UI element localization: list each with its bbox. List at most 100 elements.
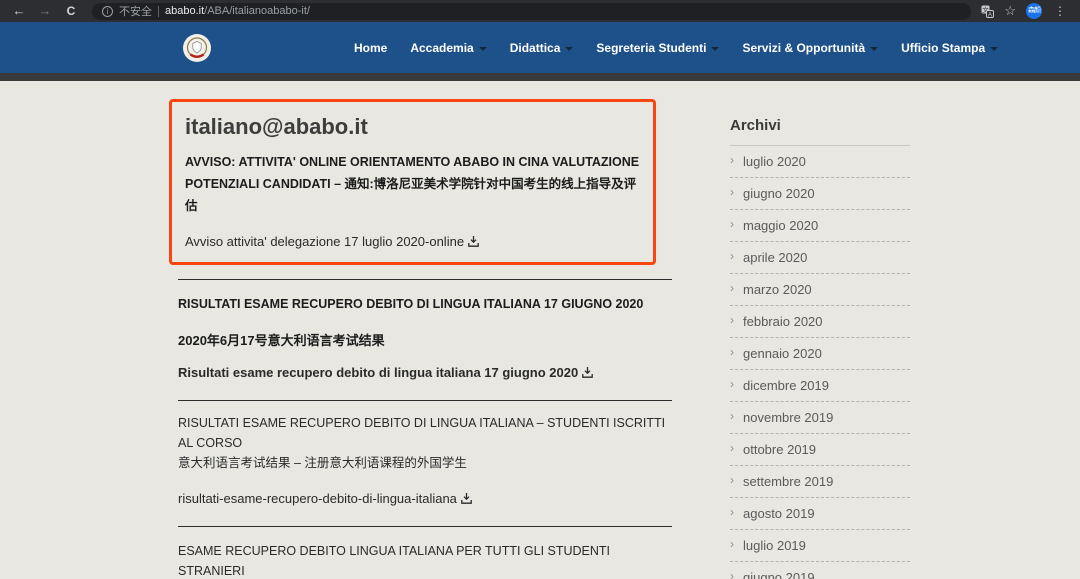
back-button[interactable]: ← xyxy=(8,0,30,22)
url-domain: ababo.it xyxy=(165,5,205,17)
chevron-right-icon: › xyxy=(730,217,734,231)
archive-link-settembre-2019[interactable]: › settembre 2019 xyxy=(730,466,910,498)
archive-link-aprile-2020[interactable]: › aprile 2020 xyxy=(730,242,910,274)
post-download-link[interactable]: Risultati esame recupero debito di lingu… xyxy=(178,365,594,380)
nav-item-home[interactable]: Home xyxy=(354,41,387,55)
archive-label: agosto 2019 xyxy=(743,506,815,521)
forward-button[interactable]: → xyxy=(34,0,56,22)
archive-link-agosto-2019[interactable]: › agosto 2019 xyxy=(730,498,910,530)
nav-label: Accademia xyxy=(410,40,474,55)
download-link-label: risultati-esame-recupero-debito-di-lingu… xyxy=(178,490,457,506)
nav-item-ufficio-stampa[interactable]: Ufficio Stampa xyxy=(901,40,999,55)
chevron-down-icon xyxy=(990,46,999,51)
archive-label: marzo 2020 xyxy=(743,282,812,297)
post-download-link[interactable]: risultati-esame-recupero-debito-di-lingu… xyxy=(178,491,473,506)
omnibox-divider xyxy=(158,5,159,17)
nav-item-didattica[interactable]: Didattica xyxy=(510,41,574,55)
chevron-right-icon: › xyxy=(730,185,734,199)
archive-link-marzo-2020[interactable]: › marzo 2020 xyxy=(730,274,910,306)
main-menu: Home Accademia Didattica Segreteria Stud… xyxy=(354,40,999,55)
avviso-highlight-box: italiano@ababo.it AVVISO: ATTIVITA' ONLI… xyxy=(169,99,656,265)
nav-label: Ufficio Stampa xyxy=(901,40,986,55)
archive-list: › luglio 2020 › giugno 2020 › maggio 2020 ›… xyxy=(730,146,910,579)
browser-menu-icon[interactable]: ⋮ xyxy=(1052,4,1068,18)
section-divider xyxy=(178,525,672,527)
chevron-down-icon xyxy=(565,46,574,51)
avviso-title: AVVISO: ATTIVITA' ONLINE ORIENTAMENTO AB… xyxy=(185,155,640,213)
archive-label: luglio 2020 xyxy=(743,154,806,169)
site-info-icon[interactable]: i xyxy=(102,5,113,17)
download-link-label: Avviso attivita' delegazione 17 luglio 2… xyxy=(185,233,465,249)
archive-link-novembre-2019[interactable]: › novembre 2019 xyxy=(730,402,910,434)
bookmark-star-icon[interactable]: ☆ xyxy=(1004,0,1016,22)
chevron-right-icon: › xyxy=(730,249,734,263)
page-content: italiano@ababo.it AVVISO: ATTIVITA' ONLI… xyxy=(0,81,1080,579)
archive-label: luglio 2019 xyxy=(743,538,806,553)
archive-label: aprile 2020 xyxy=(743,250,808,265)
archive-label: febbraio 2020 xyxy=(743,314,823,329)
nav-item-segreteria-studenti[interactable]: Segreteria Studenti xyxy=(596,40,720,55)
chevron-down-icon xyxy=(870,46,879,51)
chevron-right-icon: › xyxy=(730,473,734,487)
archive-label: giugno 2019 xyxy=(743,570,815,579)
page-title: italiano@ababo.it xyxy=(185,114,368,139)
svg-text:A: A xyxy=(988,12,992,18)
post-title: RISULTATI ESAME RECUPERO DEBITO DI LINGU… xyxy=(178,296,644,311)
download-icon xyxy=(467,235,480,248)
archive-link-giugno-2019[interactable]: › giugno 2019 xyxy=(730,562,910,579)
post-title: RISULTATI ESAME RECUPERO DEBITO DI LINGU… xyxy=(178,415,666,450)
nav-item-accademia[interactable]: Accademia xyxy=(410,40,487,55)
post-subtitle-cn: 意大利语言考试结果 – 注册意大利语课程的外国学生 xyxy=(178,455,467,470)
archive-link-maggio-2020[interactable]: › maggio 2020 xyxy=(730,210,910,242)
site-navbar: Home Accademia Didattica Segreteria Stud… xyxy=(0,22,1080,73)
section-divider xyxy=(178,278,672,280)
archive-link-febbraio-2020[interactable]: › febbraio 2020 xyxy=(730,306,910,338)
nav-label: Home xyxy=(354,40,388,55)
archives-sidebar: Archivi › luglio 2020 › giugno 2020 › maggi… xyxy=(730,81,910,579)
post-subtitle-cn: 2020年6月17号意大利语言考试结果 xyxy=(178,332,385,348)
archive-link-giugno-2020[interactable]: › giugno 2020 xyxy=(730,178,910,210)
translate-icon[interactable]: 文 A xyxy=(981,5,995,18)
security-status-label: 不安全 xyxy=(119,6,152,18)
nav-label: Didattica xyxy=(509,40,561,55)
sidebar-title: Archivi xyxy=(730,117,910,146)
chevron-right-icon: › xyxy=(730,409,734,423)
archive-link-gennaio-2020[interactable]: › gennaio 2020 xyxy=(730,338,910,370)
chevron-right-icon: › xyxy=(730,153,734,167)
archive-label: gennaio 2020 xyxy=(743,346,822,361)
archive-link-ottobre-2019[interactable]: › ottobre 2019 xyxy=(730,434,910,466)
chevron-right-icon: › xyxy=(730,441,734,455)
archive-label: giugno 2020 xyxy=(743,186,815,201)
chevron-right-icon: › xyxy=(730,569,734,579)
archive-label: maggio 2020 xyxy=(743,218,819,233)
archive-link-dicembre-2019[interactable]: › dicembre 2019 xyxy=(730,370,910,402)
url-path: /ABA/italianoababo-it/ xyxy=(204,5,310,17)
chevron-right-icon: › xyxy=(730,505,734,519)
avviso-download-link[interactable]: Avviso attivita' delegazione 17 luglio 2… xyxy=(185,234,480,249)
nav-item-servizi-opportunita[interactable]: Servizi & Opportunità xyxy=(742,40,879,55)
chrome-right-controls: 文 A ☆ 森颜 ⋮ xyxy=(981,0,1072,22)
archive-label: dicembre 2019 xyxy=(743,378,829,393)
address-bar[interactable]: i 不安全 ababo.it/ABA/italianoababo-it/ xyxy=(92,2,972,20)
chevron-right-icon: › xyxy=(730,377,734,391)
archive-link-luglio-2019[interactable]: › luglio 2019 xyxy=(730,530,910,562)
ababo-logo[interactable] xyxy=(183,33,211,62)
archive-link-luglio-2020[interactable]: › luglio 2020 xyxy=(730,146,910,178)
navbar-bottom-strip xyxy=(0,73,1080,81)
chevron-right-icon: › xyxy=(730,345,734,359)
download-icon xyxy=(581,366,594,379)
archive-label: ottobre 2019 xyxy=(743,442,817,457)
chevron-right-icon: › xyxy=(730,537,734,551)
nav-label: Segreteria Studenti xyxy=(596,40,707,55)
chevron-down-icon xyxy=(711,46,720,51)
profile-avatar[interactable]: 森颜 xyxy=(1026,3,1042,19)
chevron-right-icon: › xyxy=(730,281,734,295)
chevron-down-icon xyxy=(478,46,487,51)
browser-toolbar: ← → C i 不安全 ababo.it/ABA/italianoababo-i… xyxy=(0,0,1080,22)
nav-label: Servizi & Opportunità xyxy=(742,40,866,55)
section-divider xyxy=(178,399,672,401)
url-text[interactable]: ababo.it/ABA/italianoababo-it/ xyxy=(165,5,310,17)
reload-button[interactable]: C xyxy=(60,0,82,22)
chevron-right-icon: › xyxy=(730,313,734,327)
archive-label: novembre 2019 xyxy=(743,410,834,425)
